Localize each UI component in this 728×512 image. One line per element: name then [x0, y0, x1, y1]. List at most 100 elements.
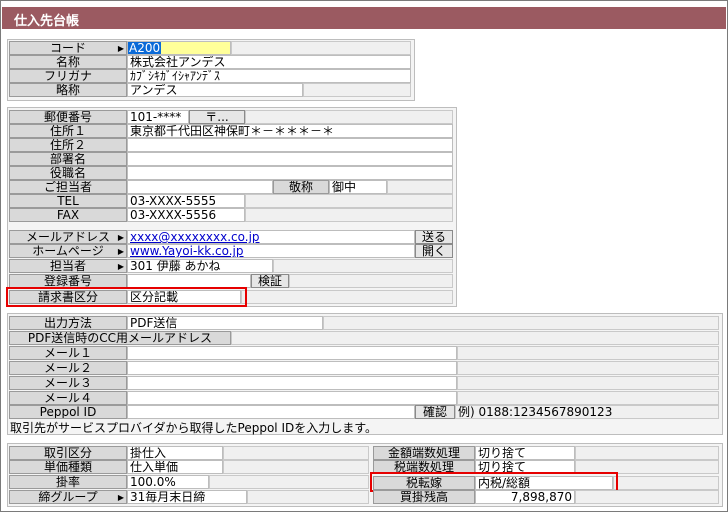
- cc-address-filler: [231, 331, 719, 345]
- mail1-label: メール１: [9, 346, 127, 360]
- mail1-field[interactable]: [127, 346, 457, 360]
- closing-group-label: 締グループ ▶: [9, 490, 127, 504]
- honorific-label: 敬称: [273, 180, 329, 194]
- mail3-field[interactable]: [127, 376, 457, 390]
- output-method-field[interactable]: PDF送信: [127, 316, 323, 330]
- department-field[interactable]: [127, 152, 453, 166]
- contact-person-field[interactable]: [127, 180, 273, 194]
- short-name-filler: [303, 83, 411, 97]
- staff-label: 担当者 ▶: [9, 259, 127, 273]
- closing-group-code: 31: [130, 490, 146, 504]
- price-type-field[interactable]: 仕入単価: [127, 460, 223, 474]
- department-label: 部署名: [9, 152, 127, 166]
- tel-label: TEL: [9, 194, 127, 208]
- peppol-example: 例) 0188:1234567890123: [455, 405, 719, 419]
- address2-field[interactable]: [127, 138, 453, 152]
- window-title: 仕入先台帳: [14, 14, 80, 29]
- verify-button[interactable]: 検証: [251, 274, 289, 288]
- trade-type-filler: [223, 446, 369, 460]
- trade-type-label: 取引区分: [9, 446, 127, 460]
- payable-balance-field: 7,898,870: [475, 490, 575, 504]
- closing-group-value: 毎月末日締: [145, 490, 206, 504]
- rate-value: 100.0: [130, 475, 165, 489]
- homepage-link[interactable]: www.Yayoi-kk.co.jp: [130, 245, 244, 257]
- contact-person-label: ご担当者: [9, 180, 127, 194]
- triangle-right-icon: ▶: [117, 262, 124, 271]
- rate-label: 掛率: [9, 475, 127, 489]
- registration-filler: [289, 274, 453, 288]
- triangle-right-icon: ▶: [117, 233, 124, 242]
- mail3-label: メール３: [9, 376, 127, 390]
- short-name-field[interactable]: アンデス: [127, 83, 303, 97]
- staff-field[interactable]: 301 伊藤 あかね: [127, 259, 273, 273]
- mail2-label: メール２: [9, 361, 127, 375]
- postal-lookup-button[interactable]: 〒...: [189, 110, 245, 124]
- email-field[interactable]: xxxx@xxxxxxxx.co.jp: [127, 230, 415, 244]
- rate-field[interactable]: 100.0%: [127, 475, 209, 489]
- email-label: メールアドレス ▶: [9, 230, 127, 244]
- staff-code: 301: [130, 259, 153, 273]
- triangle-right-icon: ▶: [117, 247, 124, 256]
- name-label: 名称: [9, 55, 127, 69]
- confirm-button[interactable]: 確認: [415, 405, 455, 419]
- honorific-field[interactable]: 御中: [329, 180, 387, 194]
- amount-rounding-field[interactable]: 切り捨て: [475, 446, 575, 460]
- invoice-type-highlight-box: [6, 287, 247, 307]
- price-type-filler: [223, 460, 369, 474]
- fax-field[interactable]: 03-XXXX-5556: [127, 208, 245, 222]
- tax-shift-highlight-box: [370, 472, 618, 492]
- mail4-field[interactable]: [127, 391, 457, 405]
- fax-filler: [245, 208, 453, 222]
- staff-name: 伊藤 あかね: [156, 259, 221, 273]
- registration-number-label: 登録番号: [9, 274, 127, 288]
- homepage-label: ホームページ ▶: [9, 244, 127, 258]
- payable-balance-filler: [575, 490, 719, 504]
- closing-group-filler: [247, 490, 369, 504]
- triangle-right-icon: ▶: [117, 44, 124, 53]
- amount-rounding-filler: [575, 446, 719, 460]
- staff-filler: [273, 259, 453, 273]
- address2-label: 住所２: [9, 138, 127, 152]
- code-value: A200: [128, 41, 162, 55]
- payable-balance-label: 買掛残高: [373, 490, 475, 504]
- postal-filler: [245, 110, 453, 124]
- invoice-type-filler: [241, 290, 453, 304]
- ledger-window: 仕入先台帳 コード ▶ A200 名称 株式会社アンデス フリガナ ｶﾌﾞｼｷｶﾞ…: [0, 0, 728, 512]
- email-link[interactable]: xxxx@xxxxxxxx.co.jp: [130, 231, 260, 243]
- peppol-id-field[interactable]: [127, 405, 415, 419]
- output-method-filler: [323, 316, 719, 330]
- mail4-filler: [457, 391, 719, 405]
- job-title-label: 役職名: [9, 166, 127, 180]
- kana-field[interactable]: ｶﾌﾞｼｷｶﾞｲｼｬｱﾝﾃﾞｽ: [127, 69, 411, 83]
- tax-shift-filler: [613, 476, 719, 490]
- output-method-label: 出力方法: [9, 316, 127, 330]
- name-field[interactable]: 株式会社アンデス: [127, 55, 411, 69]
- address1-field[interactable]: 東京都千代田区神保町＊－＊＊＊－＊: [127, 124, 453, 138]
- closing-group-field[interactable]: 31毎月末日締: [127, 490, 247, 504]
- job-title-field[interactable]: [127, 166, 453, 180]
- triangle-right-icon: ▶: [117, 493, 124, 502]
- rate-unit: %: [164, 475, 176, 489]
- mail2-field[interactable]: [127, 361, 457, 375]
- cc-address-label: PDF送信時のCC用メールアドレス: [9, 331, 231, 345]
- title-bar: 仕入先台帳: [2, 7, 726, 29]
- trade-type-field[interactable]: 掛仕入: [127, 446, 223, 460]
- registration-number-field[interactable]: [127, 274, 251, 288]
- honorific-filler: [387, 180, 453, 194]
- peppol-note: 取引先がサービスプロバイダから取得したPeppol IDを入力します。: [10, 421, 378, 435]
- peppol-id-label: Peppol ID: [9, 405, 127, 419]
- mail2-filler: [457, 361, 719, 375]
- amount-rounding-label: 金額端数処理: [373, 446, 475, 460]
- price-type-label: 単価種類: [9, 460, 127, 474]
- rate-filler: [209, 475, 369, 489]
- open-homepage-button[interactable]: 開く: [415, 244, 453, 258]
- tel-field[interactable]: 03-XXXX-5555: [127, 194, 245, 208]
- mail1-filler: [457, 346, 719, 360]
- send-mail-button[interactable]: 送る: [415, 230, 453, 244]
- short-name-label: 略称: [9, 83, 127, 97]
- postal-field[interactable]: 101-****: [127, 110, 189, 124]
- homepage-field[interactable]: www.Yayoi-kk.co.jp: [127, 244, 415, 258]
- code-label: コード ▶: [9, 41, 127, 55]
- mail4-label: メール４: [9, 391, 127, 405]
- code-field[interactable]: A200: [127, 41, 231, 55]
